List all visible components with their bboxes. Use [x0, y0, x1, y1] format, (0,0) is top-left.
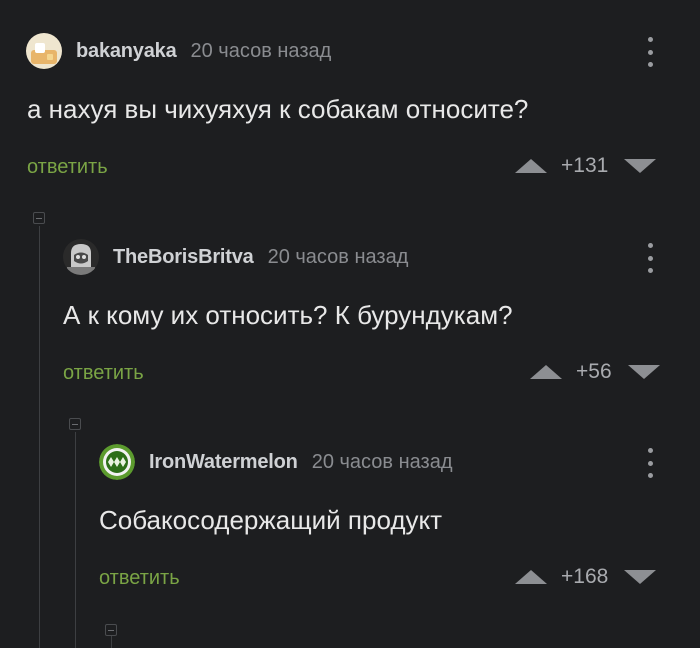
collapse-thread-button-3[interactable] [105, 624, 117, 636]
collapse-thread-button-1[interactable] [33, 212, 45, 224]
comment-header: TheBorisBritva 20 часов назад [63, 237, 408, 277]
rating-controls: +56 [528, 360, 662, 384]
rating-controls: +168 [513, 565, 658, 589]
reply-button[interactable]: ответить [99, 567, 180, 590]
reply-button[interactable]: ответить [63, 362, 144, 385]
avatar[interactable] [26, 33, 62, 69]
collapse-thread-button-2[interactable] [69, 418, 81, 430]
comment-text: а нахуя вы чихуяхуя к собакам относите? [27, 94, 529, 124]
username[interactable]: TheBorisBritva [113, 246, 254, 269]
avatar[interactable] [99, 444, 135, 480]
more-vertical-icon[interactable] [640, 241, 660, 275]
comment-text: А к кому их относить? К бурундукам? [63, 300, 513, 330]
comment-text: Собакосодержащий продукт [99, 505, 443, 535]
rating-value: +168 [561, 565, 609, 588]
arrow-down-icon[interactable] [626, 363, 662, 381]
timestamp[interactable]: 20 часов назад [312, 451, 453, 474]
more-vertical-icon[interactable] [640, 446, 660, 480]
arrow-down-icon[interactable] [622, 568, 658, 586]
timestamp[interactable]: 20 часов назад [268, 246, 409, 269]
avatar[interactable] [63, 239, 99, 275]
arrow-up-icon[interactable] [528, 363, 564, 381]
thread-line-level-1 [39, 226, 40, 648]
thread-line-level-2 [75, 432, 76, 648]
reply-button[interactable]: ответить [27, 156, 108, 179]
arrow-up-icon[interactable] [513, 157, 549, 175]
comment-header: IronWatermelon 20 часов назад [99, 442, 452, 482]
arrow-up-icon[interactable] [513, 568, 549, 586]
comment-header: bakanyaka 20 часов назад [26, 31, 331, 71]
username[interactable]: bakanyaka [76, 40, 177, 63]
rating-value: +56 [576, 360, 612, 383]
arrow-down-icon[interactable] [622, 157, 658, 175]
more-vertical-icon[interactable] [640, 35, 660, 69]
username[interactable]: IronWatermelon [149, 451, 298, 474]
rating-value: +131 [561, 154, 609, 177]
rating-controls: +131 [513, 154, 658, 178]
timestamp[interactable]: 20 часов назад [191, 40, 332, 63]
